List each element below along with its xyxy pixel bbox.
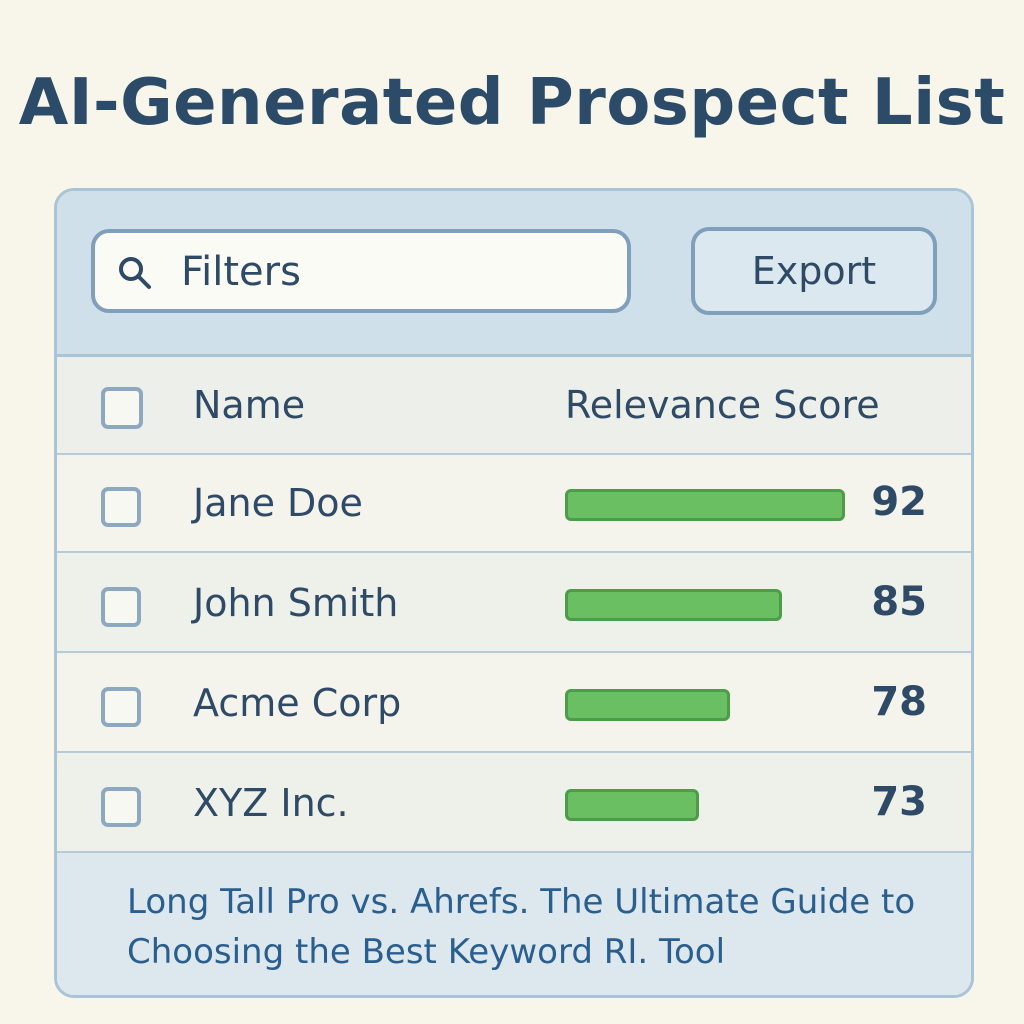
prospect-name: XYZ Inc. <box>193 781 349 825</box>
relevance-score-value: 92 <box>871 479 927 525</box>
table-header: Name Relevance Score <box>57 357 971 455</box>
prospect-panel: Filters Export Name Relevance Score Jane… <box>54 188 974 998</box>
prospect-name: Jane Doe <box>193 481 363 525</box>
relevance-bar-fill <box>565 589 783 621</box>
relevance-bar-fill <box>565 689 731 721</box>
row-checkbox[interactable] <box>101 687 141 727</box>
relevance-bar-fill <box>565 489 845 521</box>
relevance-bar <box>565 689 845 721</box>
filters-search-field[interactable]: Filters <box>91 229 631 313</box>
column-header-name[interactable]: Name <box>193 383 305 427</box>
row-checkbox[interactable] <box>101 787 141 827</box>
footer-banner: Long Tall Pro vs. Ahrefs. The Ultimate G… <box>57 853 971 995</box>
relevance-bar <box>565 789 845 821</box>
relevance-bar-fill <box>565 789 699 821</box>
relevance-bar <box>565 589 845 621</box>
toolbar: Filters Export <box>57 191 971 357</box>
row-checkbox[interactable] <box>101 587 141 627</box>
filters-label: Filters <box>181 249 301 295</box>
relevance-bar <box>565 489 845 521</box>
table-row[interactable]: John Smith 85 <box>57 555 971 653</box>
page-title: AI-Generated Prospect List <box>18 66 1006 140</box>
relevance-score-value: 85 <box>871 579 927 625</box>
page: AI-Generated Prospect List Filters Expor… <box>0 0 1024 1024</box>
prospect-name: John Smith <box>193 581 399 625</box>
table-row[interactable]: Acme Corp 78 <box>57 655 971 753</box>
prospect-name: Acme Corp <box>193 681 402 725</box>
relevance-score-value: 78 <box>871 679 927 725</box>
row-checkbox[interactable] <box>101 487 141 527</box>
table-row[interactable]: XYZ Inc. 73 <box>57 755 971 853</box>
search-icon <box>119 257 151 289</box>
column-header-relevance-score[interactable]: Relevance Score <box>565 383 880 427</box>
select-all-checkbox[interactable] <box>101 387 143 429</box>
table-row[interactable]: Jane Doe 92 <box>57 455 971 553</box>
relevance-score-value: 73 <box>871 779 927 825</box>
footer-link[interactable]: Long Tall Pro vs. Ahrefs. The Ultimate G… <box>127 877 927 977</box>
export-button[interactable]: Export <box>691 227 937 315</box>
